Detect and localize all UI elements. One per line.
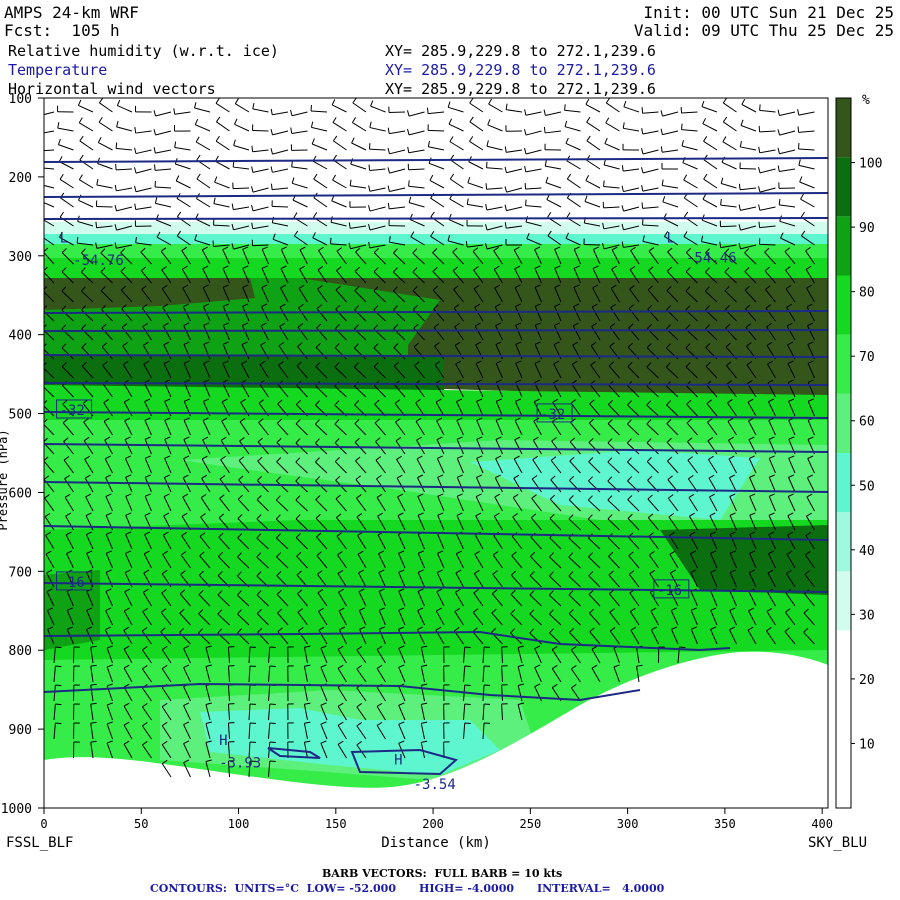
colorbar-tick-label: 40 — [859, 544, 875, 559]
x-tick-label: 350 — [714, 817, 736, 831]
rh-band-40 — [44, 234, 828, 244]
x-tick-label: 0 — [40, 817, 47, 831]
colorbar-tick-label: 50 — [859, 479, 875, 494]
contour-legend: CONTOURS: UNITS=°C LOW= -52.000 HIGH= -4… — [150, 882, 665, 895]
colorbar-swatch — [836, 512, 851, 572]
colorbar-tick-label: 80 — [859, 286, 875, 301]
contour-label: -32 — [540, 407, 565, 423]
extremum-label: L — [60, 230, 68, 246]
colorbar-swatch — [836, 334, 851, 394]
colorbar-tick-label: 30 — [859, 608, 875, 623]
colorbar-unit: % — [862, 93, 870, 108]
colorbar-swatch — [836, 571, 851, 631]
extremum-label: H — [219, 733, 227, 749]
colorbar-swatch — [836, 689, 851, 749]
colorbar-swatch — [836, 748, 851, 808]
colorbar-tick-label: 20 — [859, 673, 875, 688]
y-tick-label: 200 — [9, 171, 32, 186]
y-axis-label: Pressure (hPa) — [0, 429, 10, 530]
y-tick-label: 700 — [9, 565, 32, 580]
colorbar-tick-label: 10 — [859, 737, 875, 752]
x-tick-label: 200 — [422, 817, 444, 831]
colorbar-swatch — [836, 630, 851, 690]
y-tick-label: 600 — [9, 486, 32, 501]
y-tick-label: 900 — [9, 723, 32, 738]
x-tick-label: 100 — [228, 817, 250, 831]
contour-label: -32 — [60, 403, 85, 419]
y-tick-label: 100 — [9, 92, 32, 107]
colorbar-swatch — [836, 157, 851, 217]
colorbar-swatch — [836, 275, 851, 335]
contour-label: -16 — [657, 583, 682, 599]
colorbar-tick-label: 70 — [859, 350, 875, 365]
y-tick-label: 400 — [9, 329, 32, 344]
x-tick-label: 150 — [325, 817, 347, 831]
contour-label: -16 — [60, 575, 85, 591]
x-tick-label: 250 — [520, 817, 542, 831]
y-tick-label: 1000 — [1, 802, 32, 817]
x-tick-label: 300 — [617, 817, 639, 831]
isotherm — [44, 329, 828, 332]
x-tick-label: 400 — [811, 817, 833, 831]
colorbar-tick-label: 60 — [859, 415, 875, 430]
contour-label: -3.93 — [219, 756, 261, 772]
colorbar-swatch — [836, 453, 851, 513]
isotherm — [44, 217, 828, 220]
colorbar-swatch — [836, 98, 851, 158]
barb-legend: BARB VECTORS: FULL BARB = 10 kts — [322, 867, 563, 880]
left-endpoint-label: FSSL_BLF — [6, 835, 73, 851]
extremum-label: H — [394, 753, 402, 769]
extremum-label: L — [667, 230, 675, 246]
right-endpoint-label: SKY_BLU — [808, 835, 867, 851]
colorbar-tick-label: 100 — [859, 157, 882, 172]
colorbar-swatch — [836, 393, 851, 453]
cross-section-chart: -54.76 -54.46 -32 -32 -16 -16 -3.93 -3.54 L L H H 1… — [0, 92, 882, 851]
contour-label: -3.54 — [414, 777, 456, 793]
contour-label: -54.76 — [73, 253, 124, 269]
x-tick-label: 50 — [134, 817, 148, 831]
y-tick-label: 300 — [9, 250, 32, 265]
colorbar-swatch — [836, 216, 851, 276]
x-axis-label: Distance (km) — [381, 835, 491, 851]
contour-label: -54.46 — [686, 251, 737, 267]
y-tick-label: 800 — [9, 644, 32, 659]
y-tick-label: 500 — [9, 408, 32, 423]
x-axis: 0 50 100 150 200 250 300 350 400 — [40, 808, 833, 831]
colorbar: 10 20 30 40 50 60 70 80 90 100 — [835, 97, 882, 809]
colorbar-tick-label: 90 — [859, 221, 875, 236]
